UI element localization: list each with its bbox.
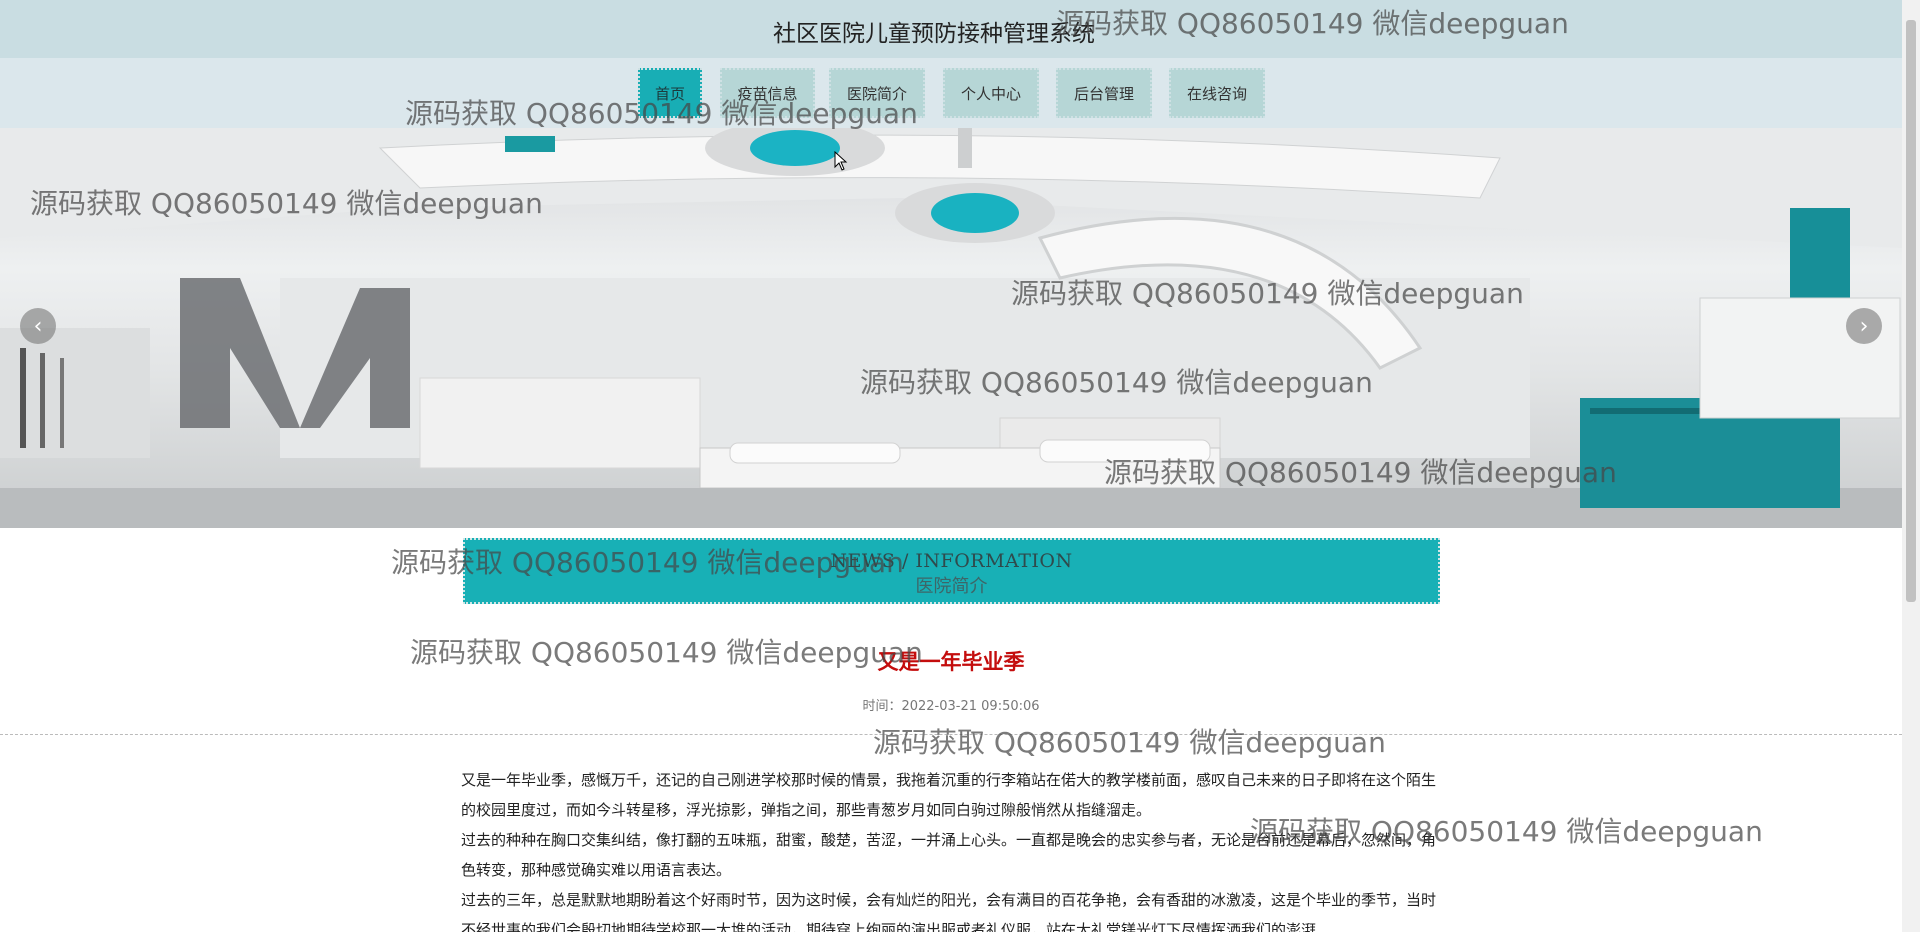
article-time: 时间：2022-03-21 09:50:06 [0,695,1902,714]
nav-item-vaccine-info[interactable]: 疫苗信息 [720,68,815,118]
scrollbar-thumb[interactable] [1906,20,1916,602]
nav-item-online-consult[interactable]: 在线咨询 [1169,68,1265,118]
divider [0,734,1902,735]
banner-carousel[interactable]: ‹ › [0,128,1902,528]
time-label: 时间： [862,699,902,714]
article-title: 又是一年毕业季 [877,650,1025,674]
section-header: NEWS / INFORMATION 医院简介 [463,538,1440,604]
nav-item-home[interactable]: 首页 [638,68,702,118]
section-title-en: NEWS / INFORMATION [830,550,1073,572]
mouse-cursor-icon [834,151,848,171]
scrollbar[interactable] [1902,0,1920,932]
article-paragraph: 过去的三年，总是默默地期盼着这个好雨时节，因为这时候，会有灿烂的阳光，会有满目的… [461,891,1437,932]
main-nav: 首页 疫苗信息 医院简介 个人中心 后台管理 在线咨询 [0,58,1902,128]
time-value: 2022-03-21 09:50:06 [901,699,1040,714]
article-paragraph: 过去的种种在胸口交集纠结，像打翻的五味瓶，甜蜜，酸楚，苦涩，一并涌上心头。一直都… [461,831,1437,879]
article-body: 又是一年毕业季，感慨万千，还记的自己刚进学校那时候的情景，我拖着沉重的行李箱站在… [461,765,1441,932]
nav-item-hospital-intro[interactable]: 医院简介 [829,68,925,118]
nav-item-admin[interactable]: 后台管理 [1056,68,1152,118]
operating-room-image [0,128,1902,528]
section-title-cn: 医院简介 [915,576,988,597]
top-header: 社区医院儿童预防接种管理系统 [0,0,1902,58]
chevron-right-icon[interactable]: › [1846,308,1882,344]
site-title: 社区医院儿童预防接种管理系统 [773,21,1095,47]
chevron-left-icon[interactable]: ‹ [20,308,56,344]
article-paragraph: 又是一年毕业季，感慨万千，还记的自己刚进学校那时候的情景，我拖着沉重的行李箱站在… [461,771,1437,819]
nav-item-personal-center[interactable]: 个人中心 [943,68,1039,118]
watermark: 源码获取 QQ86050149 微信deepguan [873,726,1386,759]
